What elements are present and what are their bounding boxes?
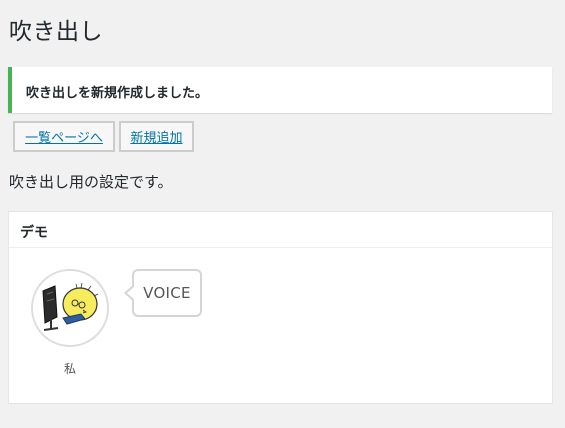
demo-panel: デモ 私 VOICE <box>8 211 553 404</box>
demo-header: デモ <box>9 212 552 248</box>
page-title: 吹き出し <box>9 19 103 45</box>
avatar <box>31 269 109 347</box>
demo-title: デモ <box>20 225 48 241</box>
list-page-button[interactable]: 一覧ページへ <box>13 121 115 152</box>
notice-message: 吹き出しを新規作成しました。 <box>26 86 209 101</box>
speech-bubble: VOICE <box>124 269 202 317</box>
chick-at-computer-icon <box>42 282 99 331</box>
settings-description: 吹き出し用の設定です。 <box>9 173 173 191</box>
success-notice: 吹き出しを新規作成しました。 <box>8 67 552 113</box>
bubble-text: VOICE <box>143 284 191 302</box>
add-new-button[interactable]: 新規追加 <box>119 121 194 152</box>
avatar-name: 私 <box>63 362 76 376</box>
